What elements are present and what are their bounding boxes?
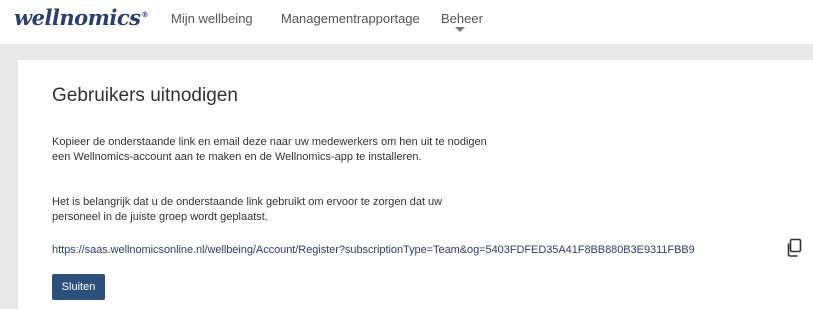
top-navigation-bar: wellnomics® Mijn wellbeing Managementrap… bbox=[0, 0, 813, 44]
caret-down-icon[interactable] bbox=[455, 27, 465, 32]
registered-mark: ® bbox=[141, 10, 148, 19]
copy-icon[interactable] bbox=[785, 238, 803, 258]
page-title: Gebruikers uitnodigen bbox=[52, 85, 238, 106]
logo-text: wellnomics bbox=[14, 5, 141, 30]
nav-beheer[interactable]: Beheer bbox=[441, 11, 483, 26]
invite-users-panel: Gebruikers uitnodigen Kopieer de onderst… bbox=[18, 60, 813, 309]
nav-mijn-wellbeing[interactable]: Mijn wellbeing bbox=[171, 11, 253, 26]
importance-note: Het is belangrijk dat u de onderstaande … bbox=[52, 196, 443, 223]
instructions-text: Kopieer de onderstaande link en email de… bbox=[52, 136, 487, 163]
invite-link[interactable]: https://saas.wellnomicsonline.nl/wellbei… bbox=[52, 244, 695, 256]
nav-managementrapportage[interactable]: Managementrapportage bbox=[281, 11, 420, 26]
close-button[interactable]: Sluiten bbox=[52, 274, 105, 300]
wellnomics-logo[interactable]: wellnomics® bbox=[14, 5, 148, 30]
